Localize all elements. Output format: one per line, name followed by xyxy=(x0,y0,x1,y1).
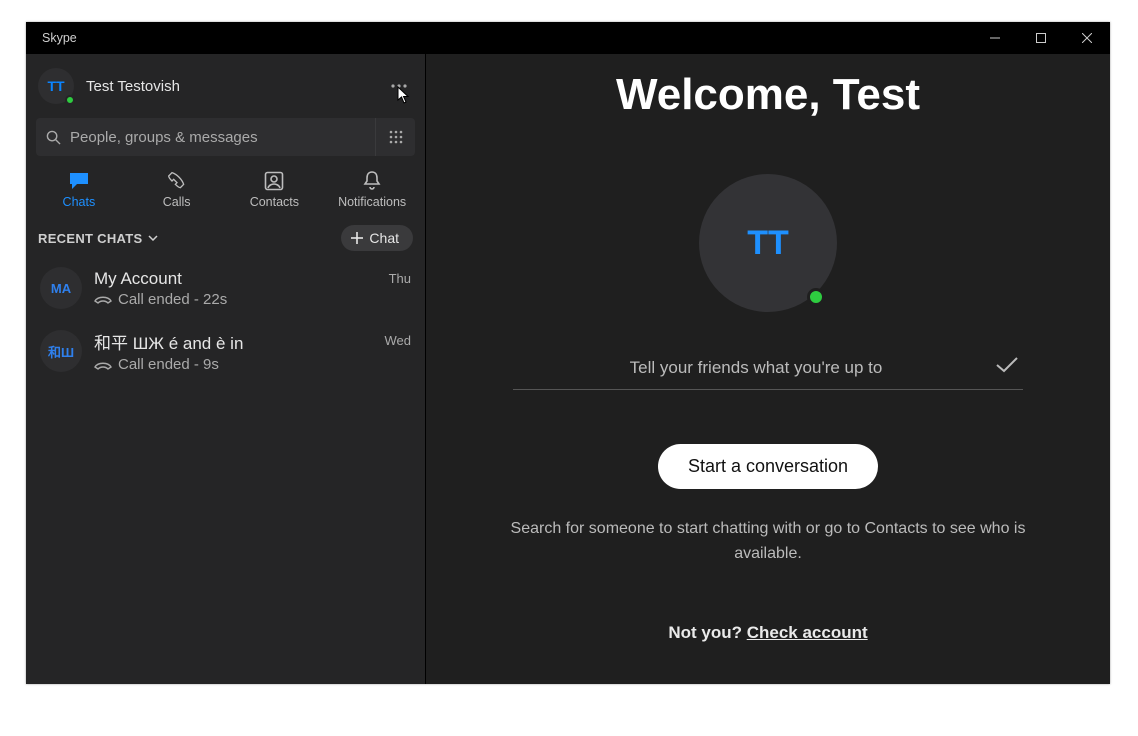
chat-avatar-initials: 和Ш xyxy=(48,342,74,361)
presence-indicator xyxy=(807,288,825,306)
not-you-prefix: Not you? xyxy=(668,623,746,642)
status-confirm-button[interactable] xyxy=(995,356,1019,379)
notifications-icon xyxy=(361,170,383,192)
start-conversation-button[interactable]: Start a conversation xyxy=(658,444,878,489)
dialpad-icon xyxy=(389,130,403,144)
chat-time: Thu xyxy=(389,271,411,286)
sidebar: TT Test Testovish xyxy=(26,54,426,684)
tab-label: Calls xyxy=(163,195,191,209)
calls-icon xyxy=(166,170,188,192)
chat-name: 和平 ШЖ é and è in xyxy=(94,329,373,354)
chevron-down-icon xyxy=(148,235,158,241)
tab-chats[interactable]: Chats xyxy=(30,170,128,209)
chats-icon xyxy=(68,170,90,192)
nav-tabs: Chats Calls Contacts xyxy=(26,164,425,219)
titlebar: Skype xyxy=(26,22,1110,54)
profile-name: Test Testovish xyxy=(86,78,180,95)
search-bar[interactable] xyxy=(36,118,415,156)
chat-name: My Account xyxy=(94,269,377,289)
tab-contacts[interactable]: Contacts xyxy=(226,170,324,209)
chat-avatar: MA xyxy=(40,267,82,309)
call-ended-icon xyxy=(94,294,112,304)
app-title: Skype xyxy=(42,31,77,45)
search-input[interactable] xyxy=(70,129,375,146)
new-chat-button[interactable]: Chat xyxy=(341,225,413,251)
recent-chats-header: RECENT CHATS Chat xyxy=(26,219,425,257)
check-account-link[interactable]: Check account xyxy=(747,623,868,642)
status-row xyxy=(513,356,1023,390)
chat-subtitle: Call ended - 22s xyxy=(94,291,377,308)
call-ended-icon xyxy=(94,360,112,370)
profile-avatar[interactable]: TT xyxy=(38,68,74,104)
welcome-avatar[interactable]: TT xyxy=(699,174,837,312)
profile-avatar-initials: TT xyxy=(47,78,64,94)
tab-label: Contacts xyxy=(250,195,299,209)
chat-sub-text: Call ended - 9s xyxy=(118,356,219,373)
close-button[interactable] xyxy=(1064,22,1110,54)
welcome-heading: Welcome, Test xyxy=(616,70,920,120)
main-panel: Welcome, Test TT Start a conversation Se… xyxy=(426,54,1110,684)
maximize-button[interactable] xyxy=(1018,22,1064,54)
tab-label: Notifications xyxy=(338,195,406,209)
status-input[interactable] xyxy=(517,358,995,378)
not-you-row: Not you? Check account xyxy=(668,623,867,643)
mouse-cursor-icon xyxy=(397,86,411,104)
chat-item[interactable]: MA My Account Call ended - 22s Thu xyxy=(26,257,425,319)
chat-list: MA My Account Call ended - 22s Thu 和Ш 和平… xyxy=(26,257,425,383)
skype-window: Skype TT Test Testovish xyxy=(26,22,1110,684)
search-icon xyxy=(36,130,70,145)
profile-row[interactable]: TT Test Testovish xyxy=(26,54,425,114)
welcome-hint: Search for someone to start chatting wit… xyxy=(488,517,1048,567)
chat-avatar-initials: MA xyxy=(51,281,71,296)
chat-subtitle: Call ended - 9s xyxy=(94,356,373,373)
tab-label: Chats xyxy=(63,195,96,209)
check-icon xyxy=(995,356,1019,374)
chat-time: Wed xyxy=(385,333,412,348)
more-menu-button[interactable] xyxy=(385,72,413,100)
recent-chats-text: RECENT CHATS xyxy=(38,231,142,246)
chat-avatar: 和Ш xyxy=(40,330,82,372)
chat-item[interactable]: 和Ш 和平 ШЖ é and è in Call ended - 9s Wed xyxy=(26,319,425,383)
welcome-avatar-initials: TT xyxy=(747,224,789,263)
chat-sub-text: Call ended - 22s xyxy=(118,291,227,308)
dialpad-button[interactable] xyxy=(375,118,415,156)
recent-chats-label[interactable]: RECENT CHATS xyxy=(38,231,158,246)
plus-icon xyxy=(351,232,363,244)
contacts-icon xyxy=(263,170,285,192)
new-chat-label: Chat xyxy=(369,230,399,246)
tab-notifications[interactable]: Notifications xyxy=(323,170,421,209)
minimize-button[interactable] xyxy=(972,22,1018,54)
more-icon xyxy=(391,84,407,88)
tab-calls[interactable]: Calls xyxy=(128,170,226,209)
presence-indicator xyxy=(65,95,75,105)
